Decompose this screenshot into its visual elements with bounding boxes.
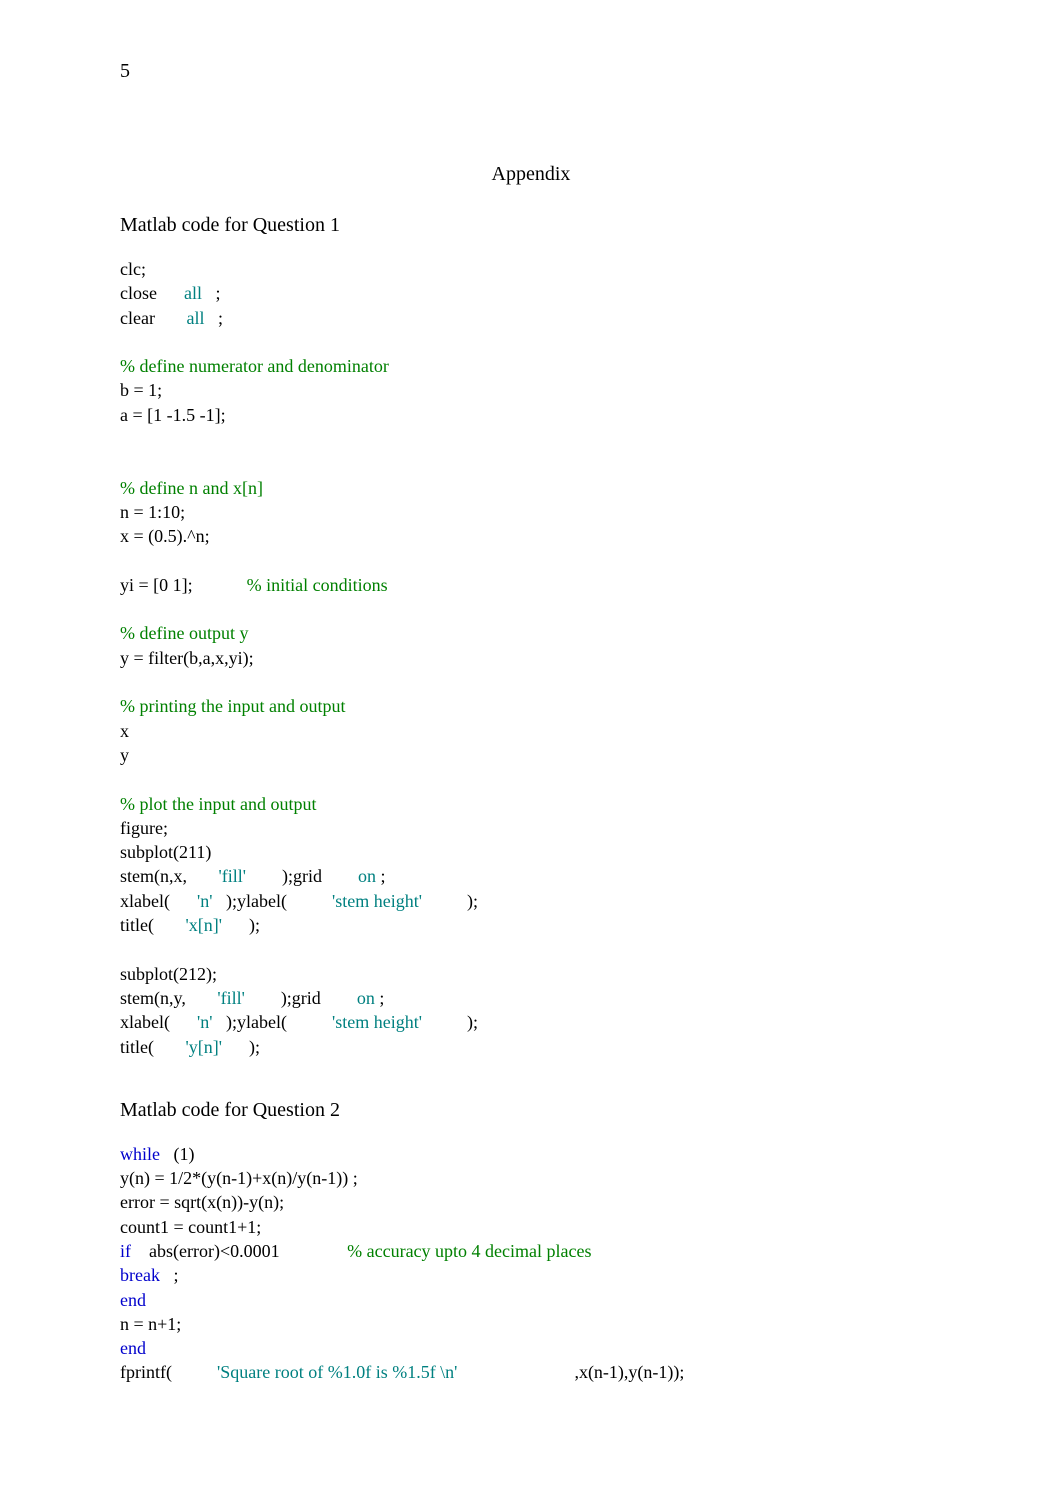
- code-line: stem(n,x,: [120, 866, 219, 886]
- code-token: );grid: [246, 866, 358, 886]
- code-line: yi = [0 1];: [120, 575, 247, 595]
- code-line: b = 1;: [120, 380, 162, 400]
- code-comment: % printing the input and output: [120, 696, 345, 716]
- code-token: abs(error)<0.0001: [131, 1241, 347, 1261]
- code-line: a = [1 -1.5 -1];: [120, 405, 226, 425]
- code-line: error = sqrt(x(n))-y(n);: [120, 1192, 284, 1212]
- code-keyword-end: end: [120, 1290, 146, 1310]
- code-token: );: [422, 1012, 478, 1032]
- code-line: subplot(211): [120, 842, 211, 862]
- code-token: ;: [202, 283, 221, 303]
- code-line: x = (0.5).^n;: [120, 526, 210, 546]
- code-token: ;: [375, 988, 385, 1008]
- code-string: 'n': [197, 891, 213, 911]
- code-line: stem(n,y,: [120, 988, 217, 1008]
- code-keyword-break: break: [120, 1265, 160, 1285]
- section2-heading: Matlab code for Question 2: [120, 1099, 942, 1122]
- code-string: 'Square root of %1.0f is %1.5f \n': [217, 1362, 457, 1382]
- code-token: ;: [160, 1265, 179, 1285]
- code-line: close: [120, 283, 184, 303]
- code-string: 'n': [197, 1012, 213, 1032]
- code-line: subplot(212);: [120, 964, 217, 984]
- code-line: n = n+1;: [120, 1314, 181, 1334]
- code-comment: % define numerator and denominator: [120, 356, 389, 376]
- code-token: );: [222, 1037, 260, 1057]
- code-line: fprintf(: [120, 1362, 217, 1382]
- section1-heading-prefix: Matlab code: [120, 214, 219, 236]
- code-keyword-end: end: [120, 1338, 146, 1358]
- code-token-on: on: [357, 988, 375, 1008]
- code-token: );: [222, 915, 260, 935]
- code-token-on: on: [358, 866, 376, 886]
- section1-heading-rest: for Question 1: [219, 214, 340, 236]
- code-line: count1 = count1+1;: [120, 1217, 261, 1237]
- code-line: xlabel(: [120, 1012, 197, 1032]
- code-comment: % accuracy upto 4 decimal places: [347, 1241, 591, 1261]
- code-line: x: [120, 721, 129, 741]
- code-line: y: [120, 745, 129, 765]
- code-token-all: all: [186, 308, 204, 328]
- code-line: clear: [120, 308, 186, 328]
- code-line: xlabel(: [120, 891, 197, 911]
- code-token: (1): [160, 1144, 195, 1164]
- code-block-q1: clc; close all ; clear all ; % define nu…: [120, 257, 942, 1059]
- code-comment: % define output y: [120, 623, 248, 643]
- code-string: 'y[n]': [186, 1037, 222, 1057]
- code-line: n = 1:10;: [120, 502, 185, 522]
- code-comment: % define n and x[n]: [120, 478, 263, 498]
- code-line: figure;: [120, 818, 168, 838]
- code-token: );grid: [245, 988, 357, 1008]
- appendix-heading: Appendix: [120, 163, 942, 186]
- code-token: );ylabel(: [212, 891, 331, 911]
- code-token-all: all: [184, 283, 202, 303]
- section2-heading-rest: for Question 2: [219, 1099, 340, 1121]
- code-line: title(: [120, 1037, 186, 1057]
- code-token: );: [422, 891, 478, 911]
- code-keyword-while: while: [120, 1144, 160, 1164]
- section2-heading-prefix: Matlab code: [120, 1099, 219, 1121]
- code-keyword-if: if: [120, 1241, 131, 1261]
- code-comment: % initial conditions: [247, 575, 388, 595]
- code-token: ;: [204, 308, 223, 328]
- code-token: );ylabel(: [212, 1012, 331, 1032]
- code-comment: % plot the input and output: [120, 794, 316, 814]
- code-string: 'stem height': [332, 1012, 422, 1032]
- section1-heading: Matlab code for Question 1: [120, 214, 942, 237]
- code-token: ;: [376, 866, 386, 886]
- code-line: title(: [120, 915, 186, 935]
- code-string: 'stem height': [332, 891, 422, 911]
- code-string: 'fill': [217, 988, 244, 1008]
- code-string: 'x[n]': [186, 915, 222, 935]
- code-string: 'fill': [219, 866, 246, 886]
- code-line: y = filter(b,a,x,yi);: [120, 648, 254, 668]
- page-number: 5: [120, 60, 942, 83]
- code-line: clc;: [120, 259, 146, 279]
- code-block-q2: while (1) y(n) = 1/2*(y(n-1)+x(n)/y(n-1)…: [120, 1142, 942, 1385]
- code-line: y(n) = 1/2*(y(n-1)+x(n)/y(n-1)) ;: [120, 1168, 358, 1188]
- code-token: ,x(n-1),y(n-1));: [457, 1362, 684, 1382]
